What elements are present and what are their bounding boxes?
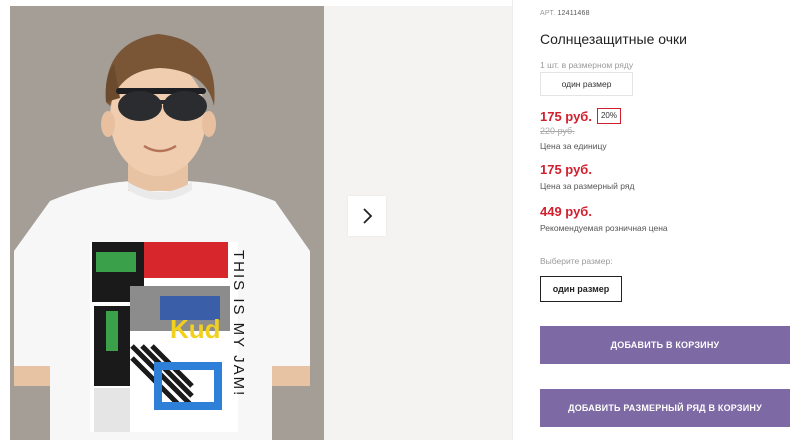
product-photo[interactable]: Kud THIS IS MY JAM! (10, 6, 324, 440)
shirt-vertical-text: THIS IS MY JAM! (230, 250, 247, 397)
pack-note: 1 шт. в размерном ряду (540, 60, 634, 70)
discount-badge: 20% (596, 108, 621, 124)
size-option-button[interactable]: один размер (540, 276, 622, 302)
sku-label: АРТ. (540, 10, 556, 17)
unit-price: 175 руб. (540, 108, 592, 124)
size-chip: один размер (540, 72, 633, 96)
set-price: 175 руб. (540, 162, 592, 177)
shirt-logo-text: Kud (170, 314, 221, 344)
add-to-cart-button[interactable]: ДОБАВИТЬ В КОРЗИНУ (540, 326, 790, 364)
retail-price: 449 руб. (540, 204, 592, 219)
product-gallery: Kud THIS IS MY JAM! (0, 0, 512, 440)
next-image-button[interactable] (348, 196, 386, 236)
add-size-set-to-cart-button[interactable]: ДОБАВИТЬ РАЗМЕРНЫЙ РЯД В КОРЗИНУ (540, 389, 790, 427)
retail-price-note: Рекомендуемая розничная цена (540, 223, 668, 233)
product-info-panel: АРТ. 12411468 Солнцезащитные очки 1 шт. … (540, 0, 800, 440)
choose-size-label: Выберите размер: (540, 256, 613, 266)
unit-price-note: Цена за единицу (540, 141, 607, 151)
old-price: 220 руб. (540, 126, 575, 136)
sku: АРТ. 12411468 (540, 10, 590, 17)
boy-with-sunglasses-image: Kud THIS IS MY JAM! (10, 6, 324, 440)
set-price-note: Цена за размерный ряд (540, 181, 635, 191)
product-title: Солнцезащитные очки (540, 31, 687, 47)
sku-value: 12411468 (557, 10, 590, 17)
chevron-right-icon (363, 208, 373, 224)
divider (512, 0, 513, 440)
unit-price-row: 175 руб. 20% (540, 108, 621, 124)
